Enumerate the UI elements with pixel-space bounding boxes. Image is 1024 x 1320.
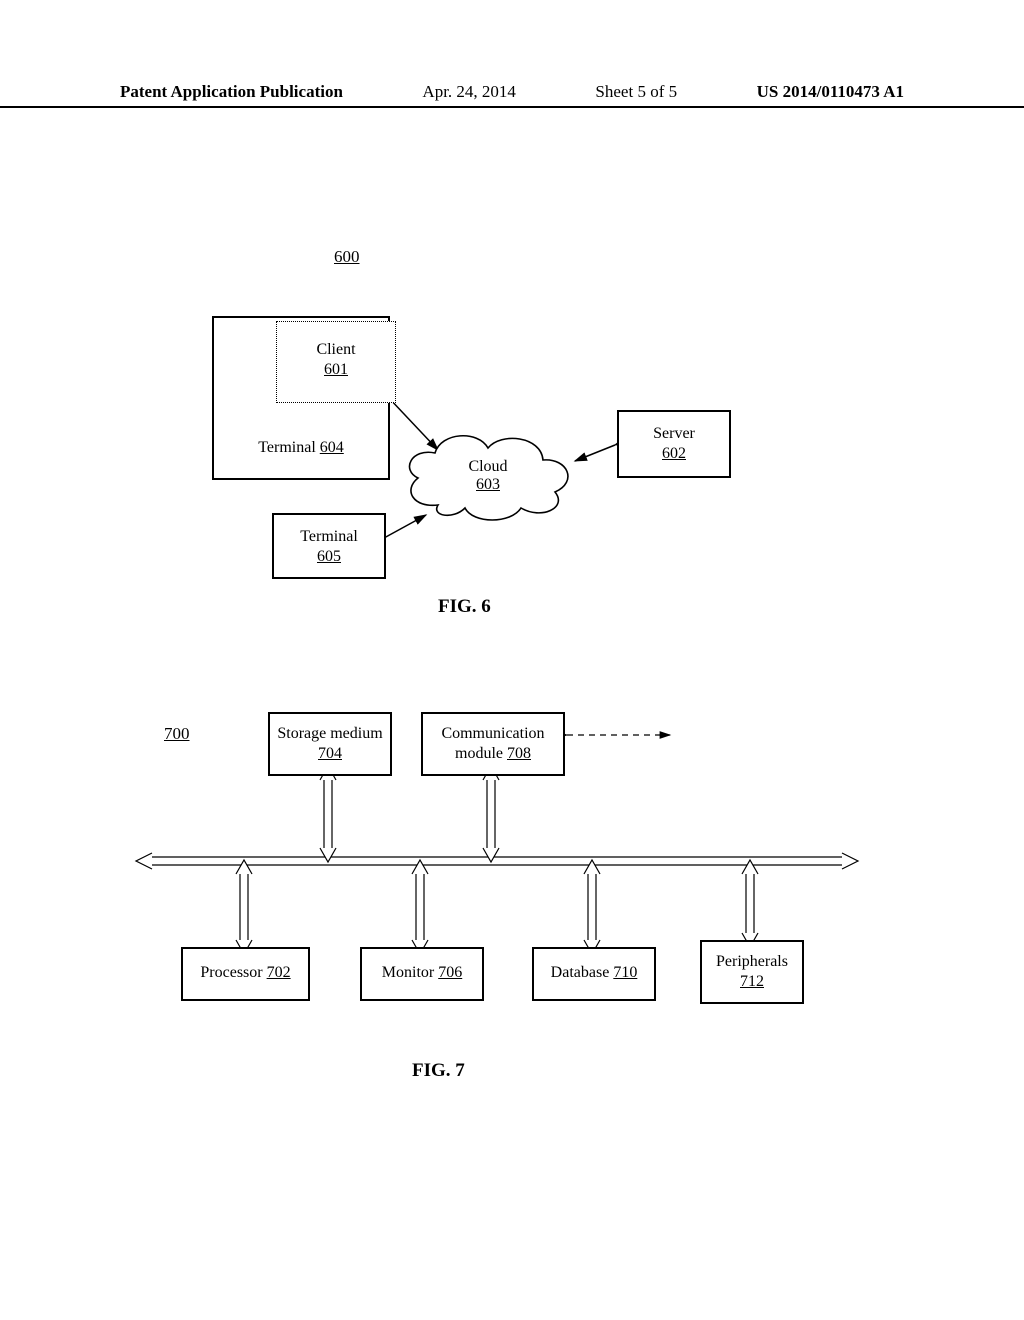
database-710-num: 710	[613, 964, 637, 981]
peripherals-712-num: 712	[740, 973, 764, 990]
peripherals-712-box: Peripherals 712	[700, 940, 804, 1004]
server-602-num: 602	[662, 445, 686, 462]
processor-702-box: Processor 702	[181, 947, 310, 1001]
monitor-706-name: Monitor	[382, 964, 434, 981]
comm-708-box: Communication module 708	[421, 712, 565, 776]
pub-date: Apr. 24, 2014	[422, 82, 516, 102]
terminal-605-num: 605	[317, 548, 341, 565]
comm-708-num: 708	[507, 745, 531, 762]
peripherals-712-name: Peripherals	[716, 953, 788, 970]
sheet-number: Sheet 5 of 5	[595, 82, 677, 102]
monitor-706-num: 706	[438, 964, 462, 981]
pub-number: US 2014/0110473 A1	[757, 82, 904, 101]
monitor-706-box: Monitor 706	[360, 947, 484, 1001]
server-602-name: Server	[653, 425, 695, 442]
processor-702-name: Processor	[200, 964, 262, 981]
terminal-604-num: 604	[320, 439, 344, 456]
pub-type: Patent Application Publication	[120, 82, 343, 101]
processor-702-num: 702	[267, 964, 291, 981]
fig6-label: FIG. 6	[438, 596, 491, 618]
database-710-name: Database	[551, 964, 610, 981]
database-710-box: Database 710	[532, 947, 656, 1001]
fig7-label: FIG. 7	[412, 1060, 465, 1082]
terminal-604-name: Terminal	[258, 439, 316, 456]
client-601-name: Client	[316, 341, 355, 358]
terminal-605-name: Terminal	[300, 528, 358, 545]
storage-704-num: 704	[318, 745, 342, 762]
client-601-box: Client 601	[276, 321, 396, 403]
page-header: Patent Application Publication Apr. 24, …	[0, 82, 1024, 108]
client-601-num: 601	[324, 361, 348, 378]
cloud-603-label: Cloud 603	[393, 458, 583, 494]
terminal-605-box: Terminal 605	[272, 513, 386, 579]
storage-704-name: Storage medium	[277, 725, 382, 742]
fig6-ref: 600	[334, 247, 360, 267]
server-602-box: Server 602	[617, 410, 731, 478]
fig7-ref: 700	[164, 724, 190, 744]
storage-704-box: Storage medium 704	[268, 712, 392, 776]
